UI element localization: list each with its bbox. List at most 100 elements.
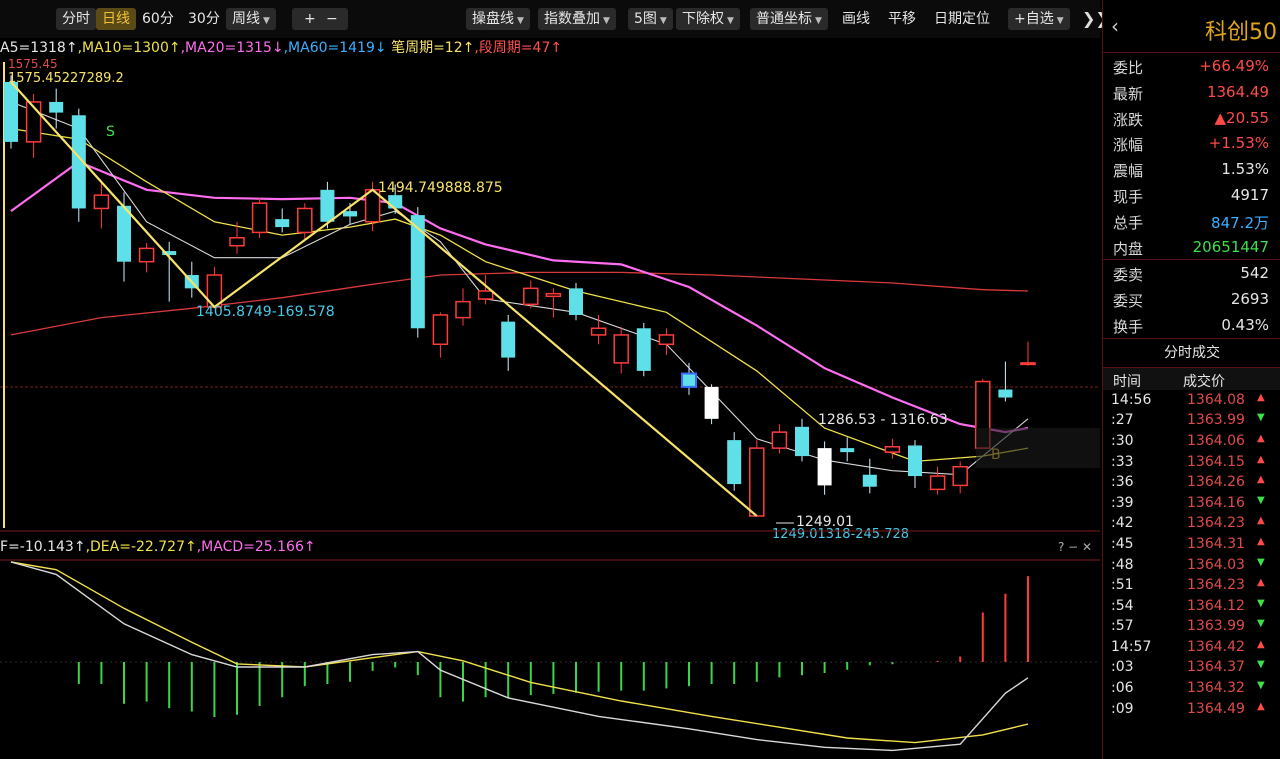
quote-row: 委买 2693 (1103, 286, 1280, 312)
add-watchlist-button[interactable]: +自选 ▼ (1008, 8, 1070, 30)
arrow-up-icon: ▲ (1257, 700, 1265, 712)
quote-value: 20651447 (1192, 237, 1269, 256)
tab-60min[interactable]: 60分 (136, 8, 180, 30)
tick-table-header: 时间 成交价 (1103, 367, 1280, 390)
chevron-left-icon[interactable]: ‹ (1111, 14, 1119, 38)
candle-down (117, 205, 131, 262)
index-title: 科创50 (1205, 20, 1277, 45)
tick-time: :45 (1111, 535, 1134, 552)
ma-indicator-line: A5=1318↑,MA10=1300↑,MA20=1315↓,MA60=1419… (0, 40, 562, 56)
macd-controls[interactable]: ? − ✕ (1058, 540, 1092, 554)
coordinate-button[interactable]: 普通坐标 ▼ (750, 8, 828, 30)
quote-label: 最新 (1113, 84, 1144, 103)
tick-time: :36 (1111, 474, 1134, 491)
zoom-in-button[interactable]: + (304, 8, 316, 30)
tick-time: :30 (1111, 432, 1134, 449)
tick-time: :42 (1111, 515, 1134, 532)
tick-price: 1363.99 (1187, 412, 1245, 429)
tick-time: 14:56 (1111, 391, 1152, 408)
arrow-down-icon: ▼ (1257, 659, 1265, 671)
zoom-group: + − (292, 8, 348, 30)
quote-row: 震幅 1.53% (1103, 156, 1280, 182)
quote-value: +1.53% (1208, 134, 1269, 153)
quote-label: 现手 (1113, 187, 1144, 206)
tick-row: :54 1364.12 ▼ (1103, 596, 1280, 617)
candle-down (501, 321, 516, 358)
draw-line-button[interactable]: 画线 (836, 8, 876, 30)
quote-row: 总手 847.2万 (1103, 208, 1280, 234)
tick-price: 1364.26 (1187, 474, 1245, 491)
zoom-out-button[interactable]: − (326, 8, 338, 30)
chevron-down-icon: ▼ (263, 16, 270, 26)
arrow-down-icon: ▼ (1257, 556, 1265, 568)
tab-fenshi[interactable]: 分时 (56, 8, 96, 30)
bi-period-value: 笔周期=12↑ (387, 40, 475, 56)
tick-time: :09 (1111, 700, 1134, 717)
tick-price: 1364.23 (1187, 577, 1245, 594)
ma20-line (10, 160, 1029, 434)
candle-down (862, 474, 877, 487)
quote-label: 震幅 (1113, 162, 1144, 181)
tick-price: 1364.23 (1187, 515, 1245, 532)
chevron-down-icon: ▼ (603, 16, 610, 26)
chevron-down-icon: ▼ (815, 16, 822, 26)
quote-value: 1.53% (1221, 160, 1269, 179)
tick-time: 14:57 (1111, 638, 1152, 655)
tick-time: :27 (1111, 412, 1134, 429)
arrow-up-icon: ▲ (1257, 577, 1265, 589)
col-price: 成交价 (1183, 373, 1225, 390)
index-overlay-button[interactable]: 指数叠加 ▼ (538, 8, 616, 30)
tab-30min[interactable]: 30分 (182, 8, 226, 30)
tick-time: :33 (1111, 453, 1134, 470)
caopan-line-button[interactable]: 操盘线 ▼ (466, 8, 530, 30)
candle-down (4, 81, 18, 142)
chevron-down-icon: ▼ (517, 16, 524, 26)
quote-value: 1364.49 (1206, 82, 1269, 101)
tick-price: 1364.15 (1187, 453, 1245, 470)
sell-signal-marker: S (106, 124, 115, 140)
candle-down (569, 288, 583, 315)
candle-up (771, 431, 788, 449)
quote-label: 涨幅 (1113, 136, 1144, 155)
candle-up (1020, 362, 1036, 366)
ex-rights-button[interactable]: 下除权 ▼ (676, 8, 740, 30)
tab-daily[interactable]: 日线 (96, 8, 136, 30)
tick-price: 1364.08 (1187, 391, 1245, 408)
tick-table: 14:56 1364.08 ▲ :27 1363.99 ▼ :30 1364.06 ▲ :33 13… (1103, 390, 1280, 720)
quote-row: 委卖 542 (1103, 260, 1280, 286)
candle-up (432, 314, 449, 346)
candle-up (658, 334, 675, 346)
candle-up (545, 292, 562, 298)
tab-weekly[interactable]: 周线 ▼ (226, 8, 276, 30)
tick-price: 1363.99 (1187, 618, 1245, 635)
pan-button[interactable]: 平移 (882, 8, 922, 30)
candle-up (523, 287, 539, 306)
chevron-down-icon: ▼ (1056, 16, 1064, 26)
tick-row: 14:56 1364.08 ▲ (1103, 390, 1280, 411)
chevron-down-icon: ▼ (659, 16, 667, 26)
range-label: 1286.53 - 1316.63 (818, 412, 948, 428)
date-locate-button[interactable]: 日期定位 (928, 8, 996, 30)
arrow-down-icon: ▼ (1257, 597, 1265, 609)
ma20-value: ,MA20=1315↓ (181, 40, 284, 56)
quote-panel: ‹ 科创50 委比 +66.49% 最新 1364.49 涨跌 ▲20.55 涨幅 +1.53… (1102, 0, 1280, 759)
tick-time: :51 (1111, 577, 1134, 594)
candle-up (749, 447, 765, 517)
candle-down (275, 219, 290, 228)
tick-time: :57 (1111, 618, 1134, 635)
quote-row: 涨幅 +1.53% (1103, 130, 1280, 156)
candle-up (93, 194, 110, 210)
order-rows: 委卖 542 委买 2693 换手 0.43% (1103, 260, 1280, 337)
candle-down (908, 445, 922, 477)
kline-chart[interactable]: A5=1318↑,MA10=1300↑,MA20=1315↓,MA60=1419… (0, 38, 1100, 759)
arrow-down-icon: ▼ (1257, 680, 1265, 692)
tick-price: 1364.42 (1187, 638, 1245, 655)
candle-up (229, 236, 245, 247)
candle-up (929, 475, 946, 491)
tick-row: :33 1364.15 ▲ (1103, 452, 1280, 473)
arrow-up-icon: ▲ (1257, 391, 1265, 403)
multi-chart-button[interactable]: 5图 ▼ (628, 8, 673, 30)
tick-price: 1364.06 (1187, 432, 1245, 449)
quote-header: ‹ 科创50 (1103, 0, 1280, 53)
quote-row: 现手 4917 (1103, 182, 1280, 208)
